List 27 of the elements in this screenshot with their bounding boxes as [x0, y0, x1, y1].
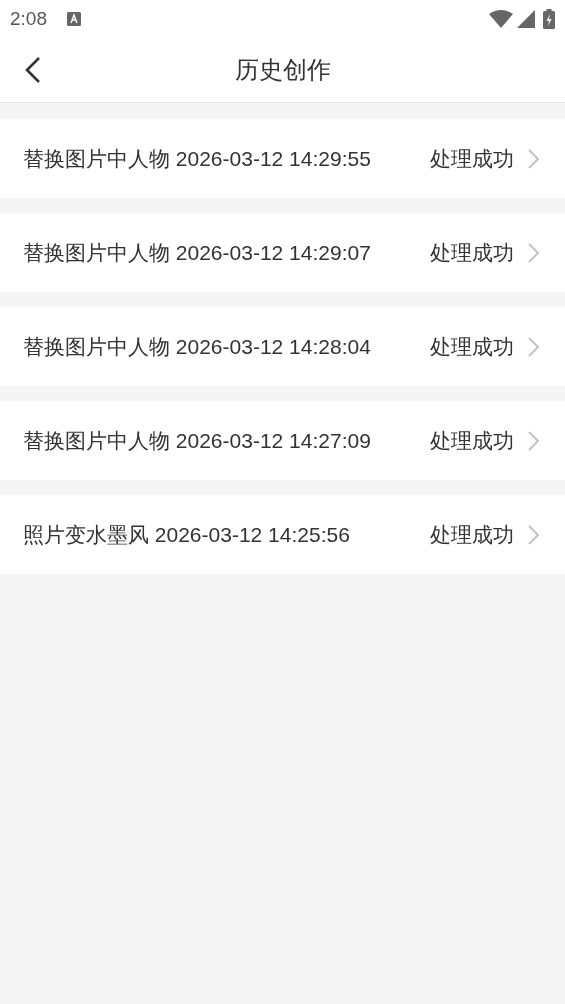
history-item[interactable]: 替换图片中人物 2026-03-12 14:29:07 处理成功 — [0, 213, 565, 292]
chevron-right-icon — [528, 430, 539, 451]
item-title: 替换图片中人物 2026-03-12 14:27:09 — [23, 427, 371, 454]
item-title: 替换图片中人物 2026-03-12 14:28:04 — [23, 333, 371, 360]
chevron-right-icon — [528, 242, 539, 263]
history-item[interactable]: 照片变水墨风 2026-03-12 14:25:56 处理成功 — [0, 495, 565, 574]
chevron-right-icon — [528, 148, 539, 169]
wifi-icon — [489, 10, 513, 28]
item-status: 处理成功 — [430, 333, 514, 360]
history-item[interactable]: 替换图片中人物 2026-03-12 14:28:04 处理成功 — [0, 307, 565, 386]
item-status: 处理成功 — [430, 427, 514, 454]
status-time: 2:08 — [10, 6, 47, 31]
item-status: 处理成功 — [430, 145, 514, 172]
history-item[interactable]: 替换图片中人物 2026-03-12 14:29:55 处理成功 — [0, 119, 565, 198]
back-icon — [25, 57, 41, 83]
chevron-right-icon — [528, 336, 539, 357]
keyboard-icon — [67, 12, 81, 26]
page-title: 历史创作 — [234, 55, 331, 85]
item-title: 替换图片中人物 2026-03-12 14:29:55 — [23, 145, 371, 172]
item-title: 照片变水墨风 2026-03-12 14:25:56 — [23, 521, 350, 548]
signal-icon — [517, 10, 535, 28]
chevron-right-icon — [528, 524, 539, 545]
battery-icon — [543, 9, 555, 29]
history-item[interactable]: 替换图片中人物 2026-03-12 14:27:09 处理成功 — [0, 401, 565, 480]
item-status: 处理成功 — [430, 239, 514, 266]
item-status: 处理成功 — [430, 521, 514, 548]
item-title: 替换图片中人物 2026-03-12 14:29:07 — [23, 239, 371, 266]
